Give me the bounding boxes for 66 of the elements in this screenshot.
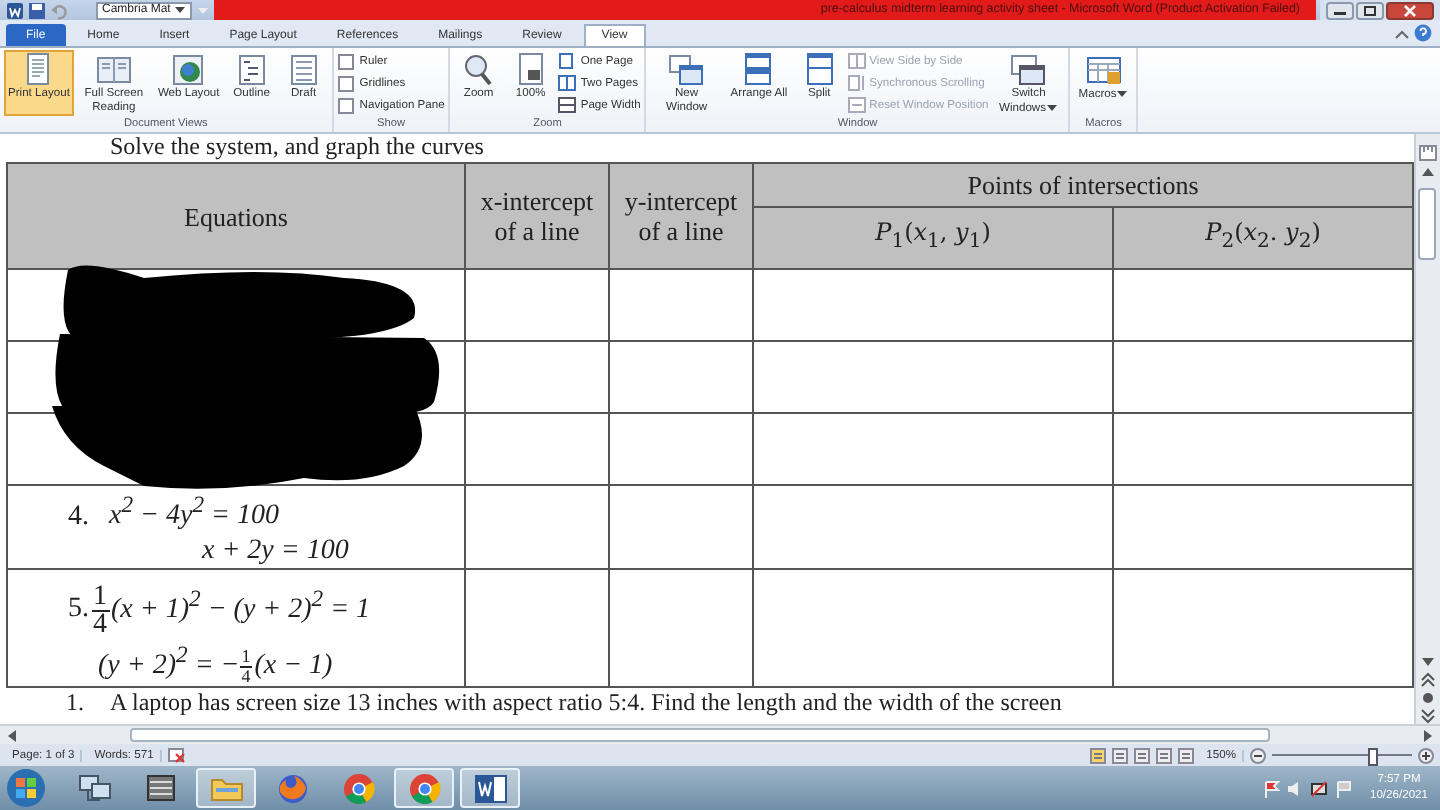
column-header: Equations [7,163,465,269]
windows-icon [1010,52,1047,86]
column-header: y-intercept of a line [609,163,753,269]
column-header: Points of intersections [753,163,1414,207]
page-icon [285,52,322,86]
view-icon[interactable] [1112,747,1129,763]
book-icon [95,52,132,86]
page-icon [558,96,577,114]
flag-icon[interactable] [1261,779,1280,797]
zoom-out-icon[interactable] [1250,747,1266,763]
globe-icon [170,52,207,86]
outline-icon [233,52,270,86]
slider-thumb[interactable] [1368,748,1379,766]
firefox-icon [273,769,311,807]
next-page-icon[interactable] [1418,708,1438,724]
checkbox[interactable] [337,97,354,113]
caret-icon [1046,101,1059,113]
panes-icon [847,52,866,70]
proofing-icon[interactable] [167,747,186,763]
minimize-icon[interactable] [1326,1,1354,19]
column-header: P$_{1}$(x$_{1}$, y$_{1}$) [753,207,1113,269]
network-icon[interactable] [1309,779,1328,797]
caret-icon [174,4,186,16]
word-icon[interactable] [6,1,24,19]
panes-icon [847,74,866,92]
zoom-in-icon[interactable] [1418,747,1434,763]
word-icon [471,769,509,807]
scroll-up-icon[interactable] [1418,164,1438,180]
panes-icon [740,52,777,86]
column-header: x-intercept of a line [465,163,609,269]
magnifier-icon [460,52,497,86]
windows-icon [668,52,705,86]
view-icon[interactable] [1090,747,1107,763]
help-icon[interactable] [1414,24,1432,42]
panes-icon [847,96,866,114]
taskbar-button[interactable] [460,768,520,808]
chrome-icon [405,769,443,807]
view-icon[interactable] [1134,747,1151,763]
caret-icon [1116,88,1129,100]
scrollbar-thumb[interactable] [130,727,1270,741]
scrollbar-thumb[interactable] [1418,188,1436,260]
network-icon [75,769,113,807]
maximize-icon[interactable] [1356,1,1384,19]
save-icon[interactable] [28,1,46,19]
column-header: P$_{2}$(x$_{2}$. y$_{2}$) [1113,207,1414,269]
split-icon [801,52,838,86]
page-icon [558,74,577,92]
page-icon [558,52,577,70]
previous-page-icon[interactable] [1418,672,1438,688]
list-number: 1. [64,690,86,717]
checkbox[interactable] [337,75,354,91]
equation-line: x + 2y = 100 [199,533,351,568]
view-icon[interactable] [1178,747,1195,763]
equation-line: 4. x$^{2}$ − 4y$^{2}$ = 100 [66,490,281,534]
document-text: Solve the system, and graph the curves [108,134,486,160]
view-icon[interactable] [1156,747,1173,763]
grid-icon [1085,52,1122,86]
collapse-icon[interactable] [1394,25,1410,41]
ruler-toggle-icon[interactable] [1418,144,1438,162]
close-icon[interactable] [1386,1,1434,19]
checkbox[interactable] [337,53,354,69]
document-text: A laptop has screen size 13 inches with aspect ratio 5:4. Find the length and the width of the screen [110,690,1062,717]
start-icon[interactable] [6,768,46,808]
scroll-down-icon[interactable] [1418,654,1438,670]
chrome-icon [339,769,377,807]
browse-object-icon[interactable] [1418,690,1438,706]
